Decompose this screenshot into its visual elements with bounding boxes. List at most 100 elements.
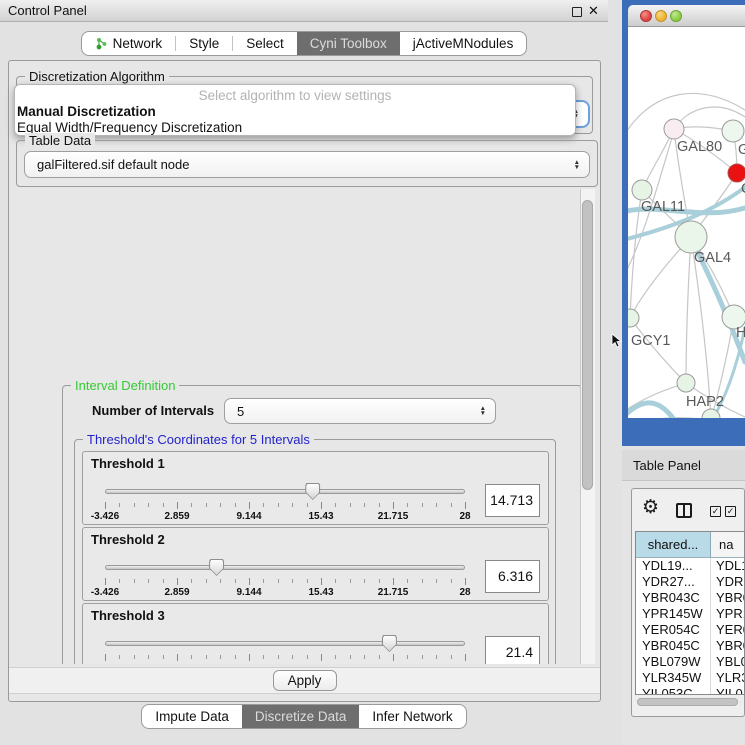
tick-mark [292,655,293,659]
tick-mark [393,654,394,661]
tick-mark [278,579,279,583]
node-label-partial-right: H [736,325,745,341]
tick-mark [364,655,365,659]
tick-mark [350,579,351,583]
table-row[interactable]: YBL079WYBL0 [636,654,744,670]
tab-select[interactable]: Select [233,32,297,55]
column-header-name[interactable]: na [711,532,744,557]
slider-track[interactable] [105,641,465,646]
number-of-intervals-combobox[interactable]: 5 ▲▼ [224,398,496,424]
mac-minimize-button[interactable] [655,10,667,22]
tab-network[interactable]: Network [82,32,176,55]
node-top-right[interactable] [722,120,744,142]
network-canvas[interactable]: GAL80 GA C GAL11 GAL4 GCY1 H HAP2 [628,27,745,418]
slider-track[interactable] [105,489,465,494]
tick-mark [422,503,423,507]
threshold-slider-1[interactable]: -3.4262.8599.14415.4321.71528 [105,482,465,524]
cell-name: YDL1 [711,558,744,574]
threshold-slider-3[interactable]: -3.4262.8599.14415.4321.71528 [105,634,465,664]
cell-name: YBR0 [711,590,744,606]
tick-label: 21.715 [378,587,409,598]
node-gal11[interactable] [632,180,652,200]
table-row[interactable]: YIL053CYIL0 [636,686,744,695]
mac-close-button[interactable] [640,10,652,22]
node-label-gcy1: GCY1 [631,333,671,349]
slider-track[interactable] [105,565,465,570]
float-window-icon[interactable] [572,7,582,17]
threshold-label: Threshold 3 [91,608,165,623]
tick-mark [321,578,322,585]
tick-mark [451,655,452,659]
number-of-intervals-value: 5 [237,399,244,424]
tick-mark [206,579,207,583]
tick-mark [379,655,380,659]
tick-mark [422,655,423,659]
table-row[interactable]: YDR27...YDR2 [636,574,744,590]
threshold-value-field[interactable]: 6.316 [485,560,540,593]
tick-mark [364,579,365,583]
table-row[interactable]: YBR043CYBR0 [636,590,744,606]
slider-ticks [105,502,465,510]
table-panel-title: Table Panel [633,458,701,473]
slider-handle[interactable] [382,635,397,652]
tick-mark [220,503,221,507]
threshold-value-field[interactable]: 21.4 [485,636,540,664]
cell-name: YLR3 [711,670,744,686]
close-icon[interactable]: ✕ [588,3,599,19]
apply-button[interactable]: Apply [273,670,337,691]
tick-mark [206,503,207,507]
table-row[interactable]: YER054CYER0 [636,622,744,638]
slider-handle[interactable] [305,483,320,500]
tick-label: 21.715 [378,663,409,664]
table-row[interactable]: YLR345WYLR3 [636,670,744,686]
control-panel-tabs: NetworkStyleSelectCyni ToolboxjActiveMNo… [0,31,608,56]
threshold-slider-2[interactable]: -3.4262.8599.14415.4321.71528 [105,558,465,600]
table-row[interactable]: YDL19...YDL1 [636,558,744,574]
dropdown-option-manual-discretization[interactable]: Manual Discretization [17,104,156,119]
tick-mark [364,503,365,507]
tick-mark [393,502,394,509]
threshold-value-field[interactable]: 14.713 [485,484,540,517]
node-red-selected[interactable] [728,164,745,182]
tab-style[interactable]: Style [176,32,232,55]
panel-scrollbar-thumb[interactable] [582,200,593,490]
cell-name: YDR2 [711,574,744,590]
node-gal4[interactable] [675,221,707,253]
bottom-tab-infer-network[interactable]: Infer Network [359,705,465,728]
mac-zoom-button[interactable] [670,10,682,22]
bottom-tab-discretize-data[interactable]: Discretize Data [242,705,360,728]
table-data-combobox[interactable]: galFiltered.sif default node ▲▼ [24,151,590,178]
tick-mark [307,579,308,583]
table-row[interactable]: YBR045CYBR0 [636,638,744,654]
tick-mark [465,578,466,585]
node-gcy1[interactable] [628,309,639,327]
tick-mark [278,655,279,659]
tick-mark [163,503,164,507]
tab-cyni-toolbox[interactable]: Cyni Toolbox [297,32,400,55]
tick-mark [436,655,437,659]
tick-mark [119,579,120,583]
tick-label: -3.426 [91,587,119,598]
tick-label: 28 [459,663,470,664]
bottom-tab-impute-data[interactable]: Impute Data [142,705,242,728]
tick-mark [235,503,236,507]
gear-icon[interactable]: ⚙ [642,498,659,517]
cell-shared-name: YLR345W [636,670,711,686]
node-label-gal4: GAL4 [694,250,731,266]
algorithm-dropdown-popup: Select algorithm to view settings Manual… [14,84,576,136]
table-row[interactable]: YPR145WYPR1 [636,606,744,622]
table-scrollbar-thumb[interactable] [637,698,738,706]
node-hap2[interactable] [677,374,695,392]
number-of-intervals-label: Number of Intervals [92,403,214,418]
tab-jactivemnodules[interactable]: jActiveMNodules [400,32,527,55]
checkbox-icon[interactable]: ✓ [710,506,721,517]
slider-handle[interactable] [209,559,224,576]
split-columns-icon[interactable] [676,503,692,518]
node-gal80[interactable] [664,119,684,139]
tick-mark [134,579,135,583]
checkbox-icon[interactable]: ✓ [725,506,736,517]
column-header-shared-name[interactable]: shared... [636,532,711,557]
tick-label: 28 [459,511,470,522]
tick-mark [235,579,236,583]
table-horizontal-scrollbar[interactable] [636,697,744,706]
